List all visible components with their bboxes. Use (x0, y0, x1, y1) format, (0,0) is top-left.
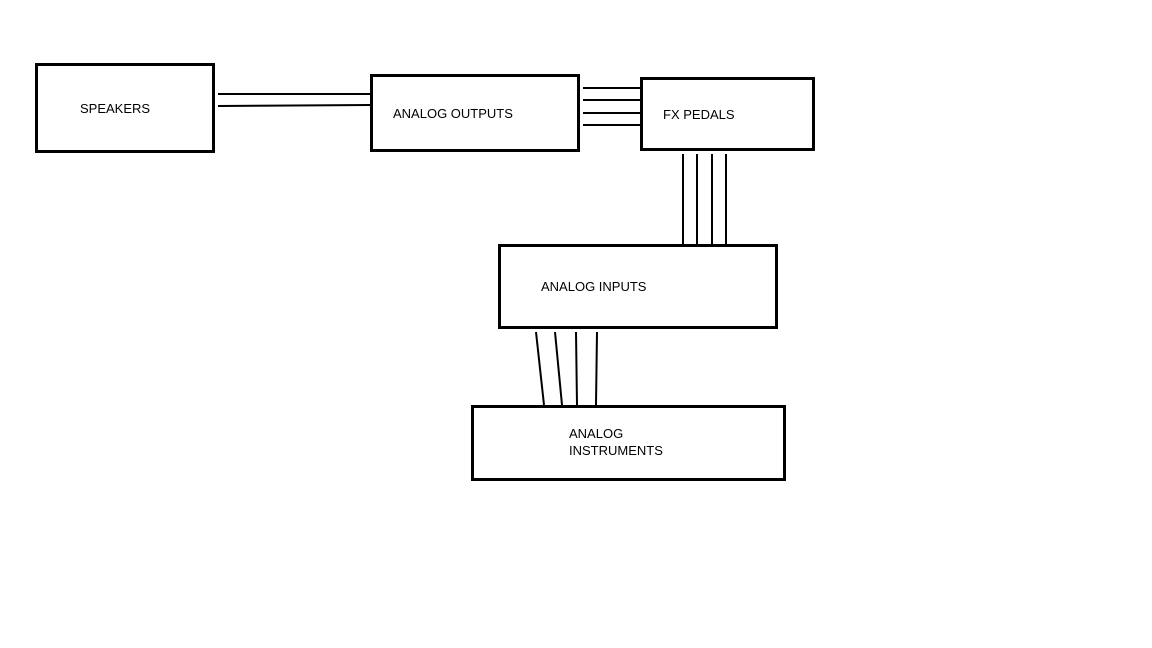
node-label: FX PEDALS (663, 107, 735, 122)
node-label: ANALOG OUTPUTS (393, 106, 513, 121)
node-analog-inputs: ANALOG INPUTS (498, 244, 778, 329)
signal-flow-diagram: SPEAKERS ANALOG OUTPUTS FX PEDALS ANALOG… (0, 0, 1152, 648)
node-speakers: SPEAKERS (35, 63, 215, 153)
node-label: SPEAKERS (80, 101, 150, 116)
node-label: ANALOG INPUTS (541, 279, 646, 294)
node-label: ANALOG INSTRUMENTS (569, 426, 663, 460)
node-analog-outputs: ANALOG OUTPUTS (370, 74, 580, 152)
node-analog-instruments: ANALOG INSTRUMENTS (471, 405, 786, 481)
node-fx-pedals: FX PEDALS (640, 77, 815, 151)
